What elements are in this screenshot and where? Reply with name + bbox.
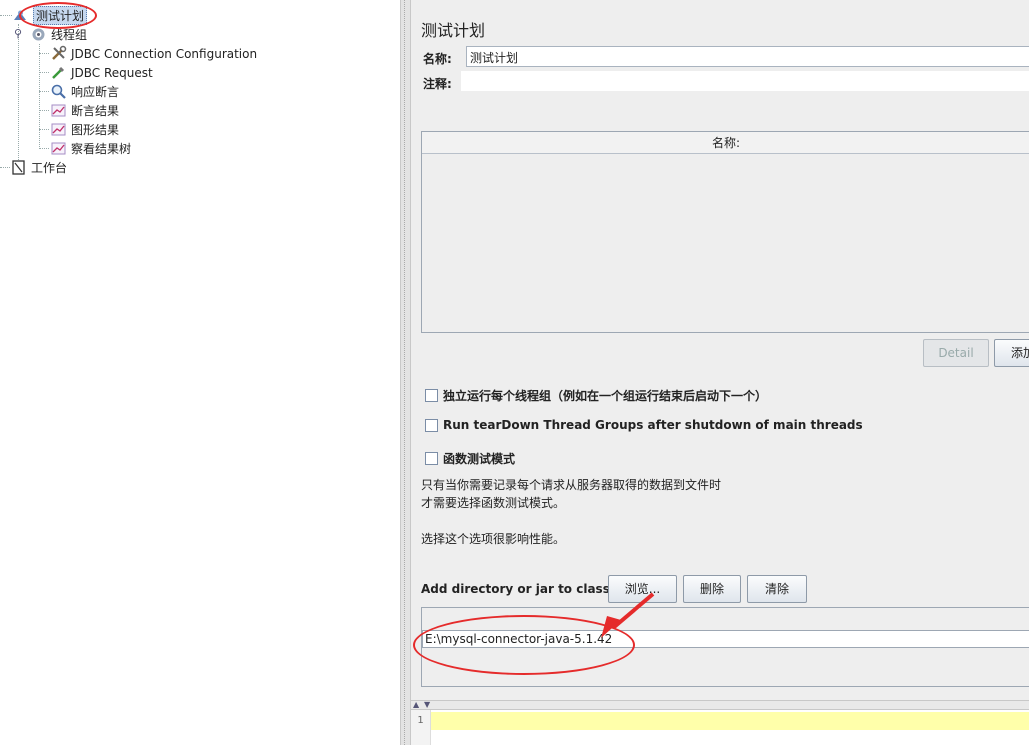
wrench-icon: [50, 45, 67, 62]
annotation-arrow: [601, 592, 655, 638]
tree-node-label: 图形结果: [71, 123, 120, 137]
tree-connector: [39, 148, 49, 149]
tree-node-label: JDBC Request: [71, 65, 153, 80]
line-number-gutter: 1: [411, 710, 431, 745]
tree-node-label: 工作台: [31, 161, 68, 175]
table-header-name: 名称:: [422, 132, 1029, 154]
tree-connector: [0, 15, 12, 16]
pipette-icon: [50, 64, 67, 81]
tree-connector: [39, 72, 49, 73]
independent-thread-groups-checkbox[interactable]: 独立运行每个线程组（例如在一个组运行结束后启动下一个）: [425, 387, 767, 404]
chart-listener-icon: [50, 140, 67, 157]
tree-node-label: 响应断言: [71, 85, 120, 99]
teardown-thread-groups-checkbox[interactable]: Run tearDown Thread Groups after shutdow…: [425, 418, 863, 432]
checkbox-label: 函数测试模式: [443, 452, 516, 466]
tree-node-jdbc-connection-configuration[interactable]: JDBC Connection Configuration: [50, 44, 257, 63]
tree-node-label: JDBC Connection Configuration: [71, 46, 258, 61]
checkbox-label: Run tearDown Thread Groups after shutdow…: [443, 418, 863, 432]
tree-connector: [39, 53, 49, 54]
tree-connector: [39, 91, 49, 92]
magnifier-icon: [50, 83, 67, 100]
tree-node-view-results-tree[interactable]: 察看结果树: [50, 139, 131, 158]
functional-mode-note-line-2: 才需要选择函数测试模式。: [421, 496, 566, 510]
tree-connector: [0, 167, 10, 168]
checkbox-box: [425, 389, 438, 402]
chart-listener-icon: [50, 121, 67, 138]
tree-node-workbench[interactable]: 工作台: [10, 158, 67, 177]
tree-node-graph-results[interactable]: 图形结果: [50, 120, 119, 139]
expand-toggle-icon[interactable]: ⚲: [14, 27, 22, 40]
name-label: 名称:: [423, 52, 452, 66]
tree-node-label: 察看结果树: [71, 142, 132, 156]
functional-mode-note-line-1: 只有当你需要记录每个请求从服务器取得的数据到文件时: [421, 478, 722, 492]
tree-connector: [39, 110, 49, 111]
workbench-icon: [10, 159, 27, 176]
gear-icon: [30, 26, 47, 43]
pane-splitter[interactable]: [400, 0, 411, 745]
annotation-circle: [19, 2, 97, 29]
user-variables-table[interactable]: 名称:: [421, 131, 1029, 333]
log-panel[interactable]: 1: [411, 709, 1029, 745]
clear-button[interactable]: 清除: [747, 575, 807, 603]
tree-connector: [39, 44, 40, 149]
log-line-highlight: [431, 712, 1029, 730]
panel-title: 测试计划: [421, 21, 486, 40]
collapse-up-icon[interactable]: ▲: [413, 700, 419, 709]
functional-test-mode-checkbox[interactable]: 函数测试模式: [425, 450, 515, 467]
tree-node-jdbc-request[interactable]: JDBC Request: [50, 63, 153, 82]
comment-input[interactable]: [461, 71, 1029, 91]
collapse-down-icon[interactable]: ▼: [424, 700, 430, 709]
name-input[interactable]: 测试计划: [466, 46, 1029, 67]
tree-connector: [18, 24, 19, 168]
detail-button[interactable]: Detail: [923, 339, 989, 367]
tree-node-assertion-results[interactable]: 断言结果: [50, 101, 119, 120]
tree-node-response-assertion[interactable]: 响应断言: [50, 82, 119, 101]
comment-label: 注释:: [423, 77, 452, 91]
test-plan-tree: 测试计划 ⚲ 线程组 JDBC Connection Configuration…: [0, 0, 400, 745]
checkbox-label: 独立运行每个线程组（例如在一个组运行结束后启动下一个）: [443, 389, 768, 403]
chart-listener-icon: [50, 102, 67, 119]
checkbox-box: [425, 418, 438, 432]
splitter-grip: [404, 0, 407, 745]
checkbox-box: [425, 452, 438, 465]
functional-mode-note-line-3: 选择这个选项很影响性能。: [421, 532, 566, 546]
test-plan-panel: 测试计划 名称: 测试计划 注释: 名称: Detail 添加 独立运行每个线程…: [411, 0, 1029, 700]
log-splitter[interactable]: ▲ ▼: [411, 700, 1029, 709]
add-button[interactable]: 添加: [994, 339, 1029, 367]
delete-button[interactable]: 删除: [683, 575, 741, 603]
tree-connector: [39, 129, 49, 130]
jmeter-window: 测试计划 ⚲ 线程组 JDBC Connection Configuration…: [0, 0, 1029, 745]
tree-node-label: 断言结果: [71, 104, 120, 118]
